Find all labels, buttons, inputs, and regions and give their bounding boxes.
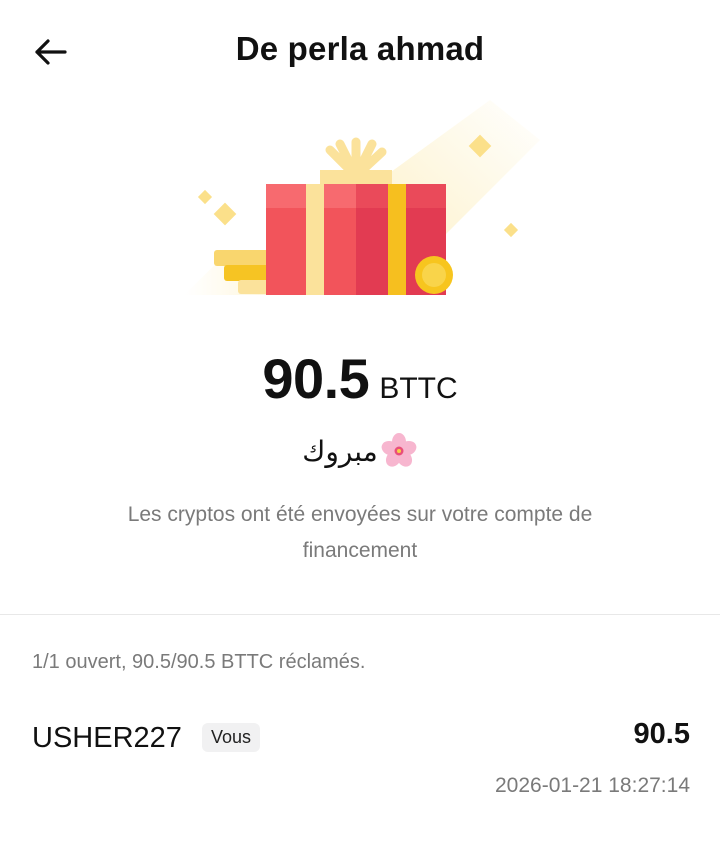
you-badge: Vous — [202, 723, 261, 752]
amount-unit: BTTC — [379, 372, 458, 405]
header: De perla ahmad — [0, 0, 720, 100]
gift-illustration — [170, 100, 550, 305]
amount-value: 90.5 — [262, 347, 370, 410]
claim-summary: 1/1 ouvert, 90.5/90.5 BTTC réclamés. — [32, 651, 366, 673]
claim-timestamp: 2026-01-21 18:27:14 — [495, 774, 690, 797]
claim-row: USHER227 Vous 90.5 — [32, 718, 690, 762]
reward-amount: 90.5 BTTC — [0, 346, 720, 411]
sparkle-icon — [213, 202, 237, 226]
cherry-blossom-icon — [381, 433, 417, 467]
divider — [0, 614, 720, 615]
claim-amount: 90.5 — [633, 718, 690, 750]
message-text: مبروك — [302, 434, 378, 468]
claim-user: USHER227 — [32, 722, 182, 754]
page-title: De perla ahmad — [235, 30, 485, 67]
sparkle-icon — [197, 189, 213, 205]
message-row: مبروك — [0, 432, 720, 470]
info-text: Les cryptos ont été envoyées sur votre c… — [127, 503, 593, 562]
sparkle-icon — [503, 222, 519, 238]
